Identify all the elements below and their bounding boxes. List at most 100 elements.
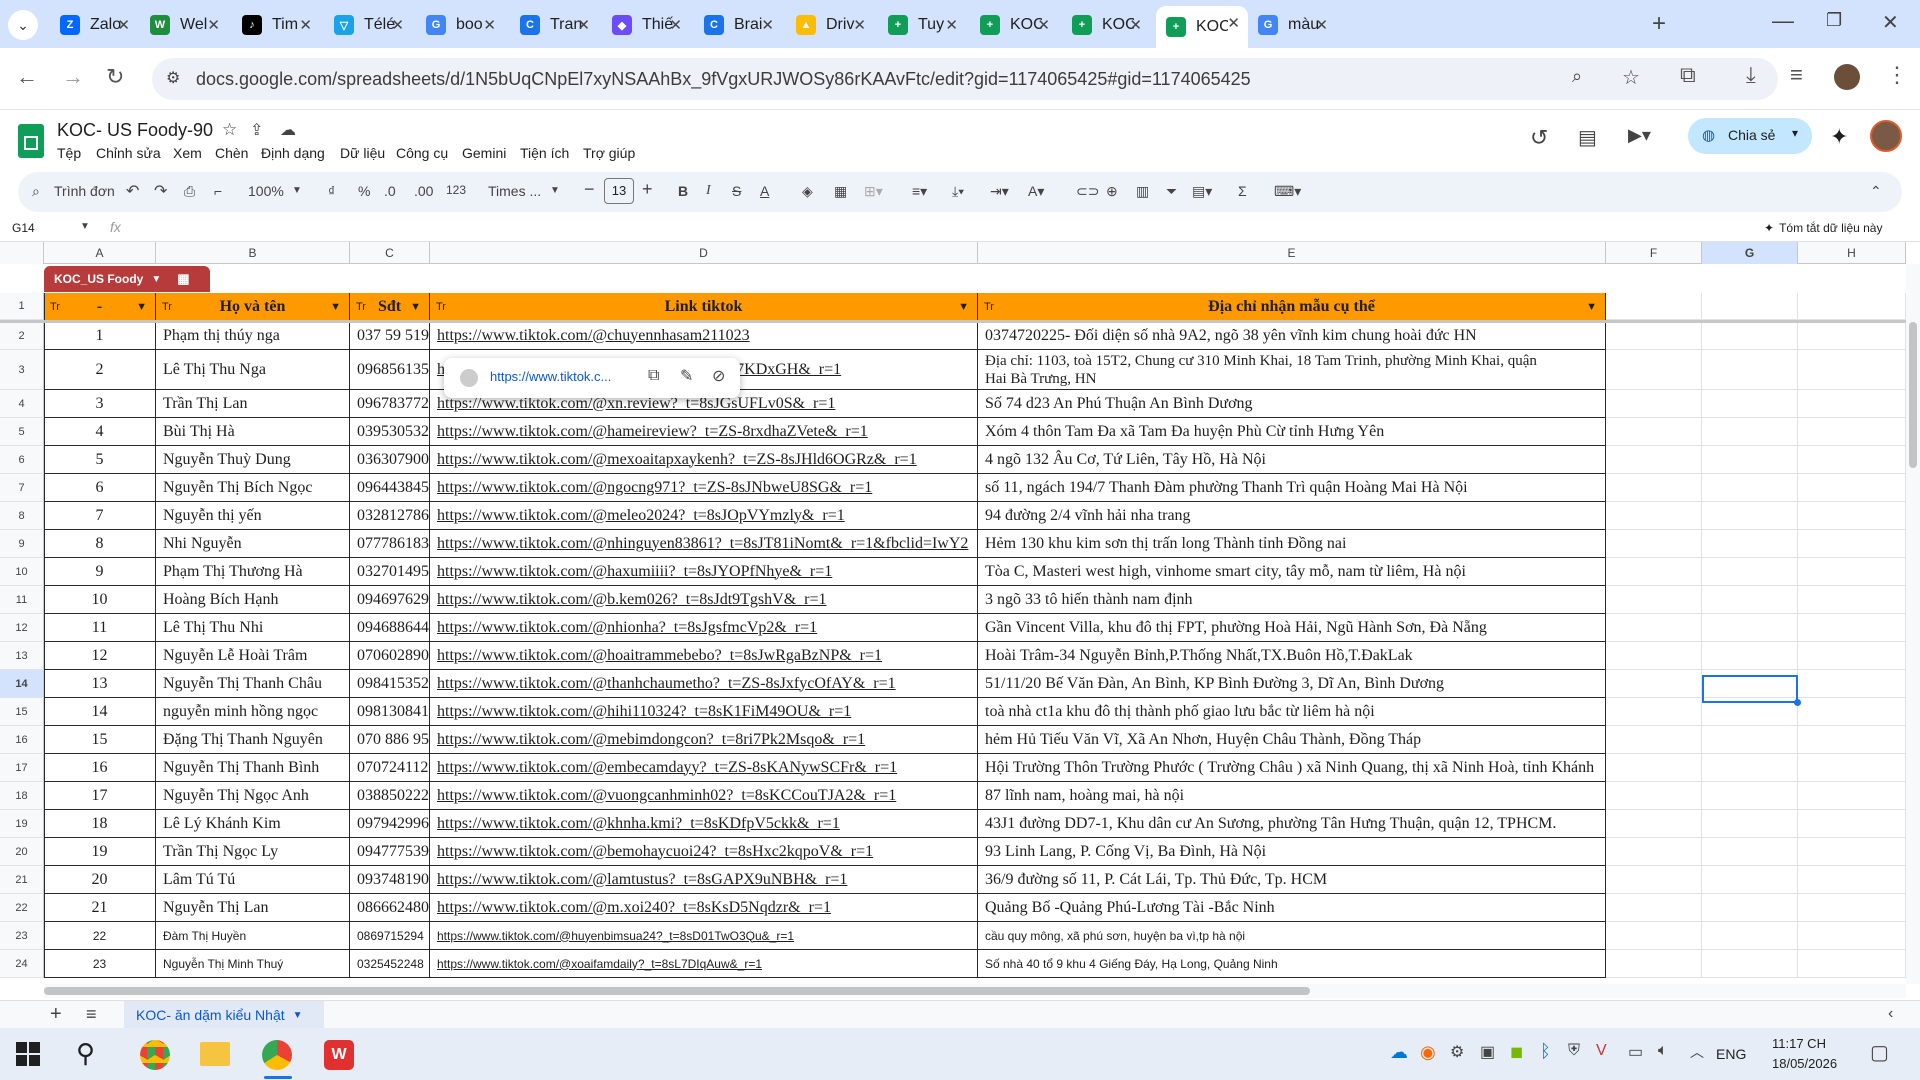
cell-index[interactable]: 6: [44, 474, 156, 502]
tray-monitor-icon[interactable]: ▣: [1480, 1042, 1495, 1062]
empty-cell[interactable]: [1606, 418, 1702, 446]
tray-app-icon[interactable]: ⚙: [1450, 1042, 1464, 1062]
merge-cells-icon[interactable]: ⊞▾: [864, 183, 883, 200]
cell-phone[interactable]: 0706028903: [350, 642, 430, 670]
filter-icon[interactable]: ⏷: [1166, 183, 1177, 200]
cell-index[interactable]: 8: [44, 530, 156, 558]
browser-tab[interactable]: Gboo ✕: [416, 8, 504, 42]
bold-icon[interactable]: B: [678, 183, 688, 199]
row-header[interactable]: 19: [0, 810, 44, 838]
close-tab-icon[interactable]: ✕: [483, 16, 496, 34]
empty-cell[interactable]: [1606, 614, 1702, 642]
cell-index[interactable]: 21: [44, 894, 156, 922]
cell-name[interactable]: Nguyễn Thị Ngọc Anh: [156, 782, 350, 810]
cell-name[interactable]: Đàm Thị Huyền: [156, 922, 350, 950]
security-icon[interactable]: ⛨: [1568, 1042, 1580, 1060]
browser-tab[interactable]: + KOC ✕: [970, 8, 1058, 42]
cell-phone[interactable]: 0388502227: [350, 782, 430, 810]
cell-phone[interactable]: 0363079006: [350, 446, 430, 474]
cell-phone[interactable]: 0981308411: [350, 698, 430, 726]
cell-tiktok-link[interactable]: https://www.tiktok.com/@ngocng971?_t=ZS-…: [430, 474, 978, 502]
menu-item[interactable]: Chỉnh sửa: [96, 145, 161, 161]
font-size-increase[interactable]: +: [642, 179, 653, 200]
font-chevron-icon[interactable]: ▼: [550, 185, 560, 196]
paint-format-icon[interactable]: ⌐: [214, 183, 222, 199]
menu-item[interactable]: Tiện ích: [520, 145, 569, 161]
cell-tiktok-link[interactable]: https://www.tiktok.com/@thanhchaumetho?_…: [430, 670, 978, 698]
empty-cell[interactable]: [1702, 530, 1798, 558]
empty-cell[interactable]: [1798, 474, 1906, 502]
redo-icon[interactable]: ↷: [154, 181, 167, 201]
empty-cell[interactable]: [1702, 754, 1798, 782]
cell-address[interactable]: Địa chỉ: 1103, toà 15T2, Chung cư 310 Mi…: [978, 350, 1606, 390]
cell-index[interactable]: 23: [44, 950, 156, 978]
cell-name[interactable]: Lê Thị Thu Nga: [156, 350, 350, 390]
cell-address[interactable]: Hẻm 130 khu kim sơn thị trấn long Thành …: [978, 530, 1606, 558]
empty-cell[interactable]: [1798, 726, 1906, 754]
row-header[interactable]: 17: [0, 754, 44, 782]
input-tools-icon[interactable]: ⌨▾: [1274, 183, 1301, 200]
empty-cell[interactable]: [1798, 810, 1906, 838]
sheets-logo[interactable]: [18, 124, 44, 158]
cell-index[interactable]: 19: [44, 838, 156, 866]
wps-office-icon[interactable]: W: [324, 1040, 354, 1070]
empty-cell[interactable]: [1798, 322, 1906, 350]
cell-name[interactable]: Phạm thị thúy nga: [156, 322, 350, 350]
row-header[interactable]: 2: [0, 322, 44, 350]
empty-cell[interactable]: [1702, 350, 1798, 390]
cell-tiktok-link[interactable]: https://www.tiktok.com/@b.kem026?_t=8sJd…: [430, 586, 978, 614]
row-header[interactable]: 5: [0, 418, 44, 446]
cloud-status-icon[interactable]: ☁: [280, 120, 296, 140]
row-header[interactable]: 10: [0, 558, 44, 586]
cell-phone[interactable]: 0937481906: [350, 866, 430, 894]
zoom-select[interactable]: 100%: [248, 183, 284, 199]
close-tab-icon[interactable]: ✕: [299, 16, 312, 34]
maximize-icon[interactable]: ❐: [1826, 10, 1842, 31]
edit-link-icon[interactable]: ✎: [680, 366, 693, 386]
empty-cell[interactable]: [1798, 390, 1906, 418]
empty-cell[interactable]: [1606, 474, 1702, 502]
empty-cell[interactable]: [1798, 782, 1906, 810]
empty-cell[interactable]: [1702, 922, 1798, 950]
cell-phone[interactable]: 0866624800: [350, 894, 430, 922]
font-select[interactable]: Times ...: [488, 183, 541, 199]
cell-tiktok-link[interactable]: https://www.tiktok.com/@khnha.kmi?_t=8sK…: [430, 810, 978, 838]
cell-name[interactable]: Lê Lý Khánh Kim: [156, 810, 350, 838]
column-menu-chevron-icon[interactable]: ▼: [1586, 301, 1597, 313]
cell-tiktok-link[interactable]: https://www.tiktok.com/@lamtustus?_t=8sG…: [430, 866, 978, 894]
cell-tiktok-link[interactable]: https://www.tiktok.com/@haxumiiii?_t=8sJ…: [430, 558, 978, 586]
header-cell-a[interactable]: Tr - ▼: [44, 293, 156, 320]
cell-address[interactable]: 87 lĩnh nam, hoàng mai, hà nội: [978, 782, 1606, 810]
cell-address[interactable]: hẻm Hủ Tiếu Văn Vĩ, Xã An Nhơn, Huyện Ch…: [978, 726, 1606, 754]
cell-address[interactable]: Số nhà 40 tổ 9 khu 4 Giếng Đáy, Hạ Long,…: [978, 950, 1606, 978]
column-header[interactable]: B: [156, 242, 350, 264]
cell-index[interactable]: 20: [44, 866, 156, 894]
empty-cell[interactable]: [1702, 782, 1798, 810]
empty-cell[interactable]: [1798, 446, 1906, 474]
summarize-data-button[interactable]: ✦ Tóm tắt dữ liệu này: [1756, 217, 1890, 239]
browser-tab[interactable]: + KOC ✕: [1062, 8, 1150, 42]
cell-index[interactable]: 5: [44, 446, 156, 474]
cell-tiktok-link[interactable]: https://www.tiktok.com/@meleo2024?_t=8sJ…: [430, 502, 978, 530]
empty-cell[interactable]: [1798, 530, 1906, 558]
empty-cell[interactable]: [1798, 670, 1906, 698]
filter-views-icon[interactable]: ▤▾: [1192, 183, 1212, 200]
profile-avatar[interactable]: [1834, 64, 1860, 90]
browser-tab[interactable]: ◆ Thiế ✕: [602, 8, 690, 42]
cell-address[interactable]: Tòa C, Masteri west high, vinhome smart …: [978, 558, 1606, 586]
column-header[interactable]: D: [430, 242, 978, 264]
empty-cell[interactable]: [1798, 293, 1906, 320]
cell-tiktok-link[interactable]: https://www.tiktok.com/@bemohaycuoi24?_t…: [430, 838, 978, 866]
menu-item[interactable]: Công cụ: [396, 145, 448, 161]
browser-tab[interactable]: Gmàu ✕: [1248, 8, 1336, 42]
battery-icon[interactable]: ▭: [1628, 1042, 1643, 1062]
cell-address[interactable]: Hoài Trâm-34 Nguyễn Bỉnh,P.Thống Nhất,TX…: [978, 642, 1606, 670]
menu-item[interactable]: Chèn: [215, 145, 248, 161]
vertical-scrollbar[interactable]: [1906, 264, 1920, 984]
row-header[interactable]: 24: [0, 950, 44, 978]
insert-chart-icon[interactable]: ▥: [1136, 183, 1149, 200]
close-tab-icon[interactable]: ✕: [1227, 14, 1240, 32]
percent-format[interactable]: %: [358, 183, 370, 199]
text-wrap-icon[interactable]: ⇥▾: [990, 183, 1009, 200]
notification-icon[interactable]: ▢: [1870, 1040, 1889, 1065]
